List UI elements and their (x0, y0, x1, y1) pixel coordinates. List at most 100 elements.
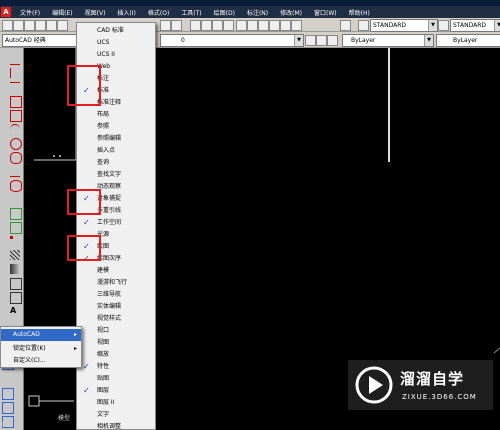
ucs-icon (28, 395, 40, 407)
zoom-window-icon[interactable] (212, 20, 223, 31)
modify-array-icon[interactable] (2, 402, 14, 414)
insert-block-icon[interactable] (10, 208, 22, 220)
menu-item-refedit[interactable]: 参照编辑 (77, 133, 155, 145)
pan-icon[interactable] (190, 20, 201, 31)
line-icon[interactable] (10, 54, 20, 65)
circle-icon[interactable] (10, 138, 22, 150)
menu-dimension[interactable]: 标注(N) (241, 8, 274, 17)
text-style-icon[interactable] (358, 20, 369, 31)
menu-item-text[interactable]: 文字 (77, 409, 155, 421)
menu-item-properties[interactable]: ✓ 特性 (77, 361, 155, 373)
menu-item-inquiry[interactable]: 查询 (77, 157, 155, 169)
open-file-icon[interactable] (13, 20, 24, 31)
menu-item-reference[interactable]: 参照 (77, 121, 155, 133)
arc-icon[interactable] (10, 124, 20, 135)
menu-help[interactable]: 帮助(H) (343, 8, 376, 17)
undo-icon[interactable] (160, 20, 171, 31)
context-item-customize[interactable]: 自定义(C)... (1, 355, 81, 367)
help-icon[interactable] (340, 20, 351, 31)
hatch-icon[interactable] (10, 250, 20, 260)
revision-cloud-icon[interactable] (10, 152, 22, 164)
menu-item-walk-and-fly[interactable]: 漫游和飞行 (77, 277, 155, 289)
model-tab[interactable]: 模型 (58, 413, 70, 422)
point-icon[interactable] (10, 236, 13, 239)
table-icon[interactable] (10, 292, 22, 304)
menu-item-find-text[interactable]: 查找文字 (77, 169, 155, 181)
menu-item-layers[interactable]: ✓ 图层 (77, 385, 155, 397)
markup-icon[interactable] (280, 20, 291, 31)
menu-view[interactable]: 视图(V) (79, 8, 112, 17)
ellipse-icon[interactable] (10, 180, 22, 192)
menu-item-view[interactable]: 视图 (77, 337, 155, 349)
layer-previous-icon[interactable] (305, 35, 316, 46)
menu-item-cad-standards[interactable]: CAD 标准 (77, 25, 155, 37)
dim-style-icon[interactable] (438, 20, 449, 31)
spline-icon[interactable] (10, 166, 20, 177)
layer-match-icon[interactable] (327, 35, 338, 46)
redo-icon[interactable] (171, 20, 182, 31)
menu-item-mapping[interactable]: 贴图 (77, 373, 155, 385)
sheet-set-icon[interactable] (269, 20, 280, 31)
menu-format[interactable]: 格式(O) (142, 8, 175, 17)
quickcalc-icon[interactable] (291, 20, 302, 31)
design-center-icon[interactable] (247, 20, 258, 31)
preview-icon[interactable] (46, 20, 57, 31)
context-item-lock-location[interactable]: 锁定位置(K) ▸ (1, 343, 81, 355)
polyline-icon[interactable] (10, 82, 20, 93)
menu-bar: A 文件(F) 编辑(E) 视图(V) 插入(I) 格式(O) 工具(T) 绘图… (0, 6, 500, 18)
menu-window[interactable]: 窗口(W) (308, 8, 343, 17)
dim-style-combo[interactable]: STANDARD▼ (450, 19, 500, 32)
polygon-icon[interactable] (10, 96, 22, 108)
construction-line-icon[interactable] (10, 68, 21, 78)
menu-item-layers-ii[interactable]: 图层 II (77, 397, 155, 409)
menu-item-viewports[interactable]: 视口 (77, 325, 155, 337)
color-combo[interactable]: ByLayer ▼ (342, 34, 434, 47)
watermark: 溜溜自学 ZIXUE.3D66.COM (348, 360, 493, 410)
menu-item-ucs-ii[interactable]: UCS II (77, 49, 155, 61)
text-style-combo[interactable]: STANDARD ▼ (370, 19, 438, 32)
menu-file[interactable]: 文件(F) (14, 8, 46, 17)
menu-item-solid-editing[interactable]: 实体编辑 (77, 301, 155, 313)
menu-draw[interactable]: 绘图(D) (208, 8, 241, 17)
multiline-text-icon[interactable]: A (10, 306, 20, 316)
drawing-line (493, 347, 500, 354)
menu-item-visual-styles[interactable]: 视觉样式 (77, 313, 155, 325)
menu-edit[interactable]: 编辑(E) (46, 8, 78, 17)
menu-item-layout[interactable]: 布局 (77, 109, 155, 121)
make-current-icon[interactable] (316, 35, 327, 46)
highlight-box (67, 235, 101, 261)
menu-item-zoom[interactable]: 缩放 (77, 349, 155, 361)
menu-item-insert-point[interactable]: 插入点 (77, 145, 155, 157)
properties-icon[interactable] (236, 20, 247, 31)
menu-item-workspaces[interactable]: ✓ 工作空间 (77, 217, 155, 229)
publish-icon[interactable] (57, 20, 68, 31)
modify-offset-icon[interactable] (2, 388, 14, 400)
new-file-icon[interactable] (2, 20, 13, 31)
plot-icon[interactable] (35, 20, 46, 31)
watermark-url: ZIXUE.3D66.COM (402, 393, 477, 401)
context-item-autocad[interactable]: AutoCAD ▸ (1, 329, 81, 341)
menu-item-camera-adjustment[interactable]: 相机调整 (77, 421, 155, 429)
gradient-icon[interactable] (10, 264, 20, 274)
menu-modify[interactable]: 修改(M) (274, 8, 308, 17)
save-icon[interactable] (24, 20, 35, 31)
menu-insert[interactable]: 插入(I) (111, 8, 141, 17)
make-block-icon[interactable] (10, 222, 22, 234)
zoom-previous-icon[interactable] (223, 20, 234, 31)
menu-item-modeling[interactable]: 建模 (77, 265, 155, 277)
watermark-title: 溜溜自学 (400, 370, 465, 388)
linetype-combo[interactable]: ByLayer (436, 34, 500, 47)
menu-tools[interactable]: 工具(T) (175, 8, 207, 17)
command-label: 命令 (0, 422, 13, 429)
rectangle-icon[interactable] (10, 110, 22, 122)
zoom-icon[interactable] (201, 20, 212, 31)
layer-combo[interactable]: 0 ▼ (160, 34, 304, 47)
workspace-combo[interactable]: AutoCAD 经典 (2, 34, 78, 47)
standard-toolbar: STANDARD▼ STANDARD▼ (0, 18, 500, 32)
tool-palettes-icon[interactable] (258, 20, 269, 31)
autocad-logo-icon[interactable]: A (1, 7, 11, 17)
menu-item-3d-navigation[interactable]: 三维导航 (77, 289, 155, 301)
menu-item-ucs[interactable]: UCS (77, 37, 155, 49)
region-icon[interactable] (10, 278, 22, 290)
draw-toolbar: A (0, 48, 24, 430)
